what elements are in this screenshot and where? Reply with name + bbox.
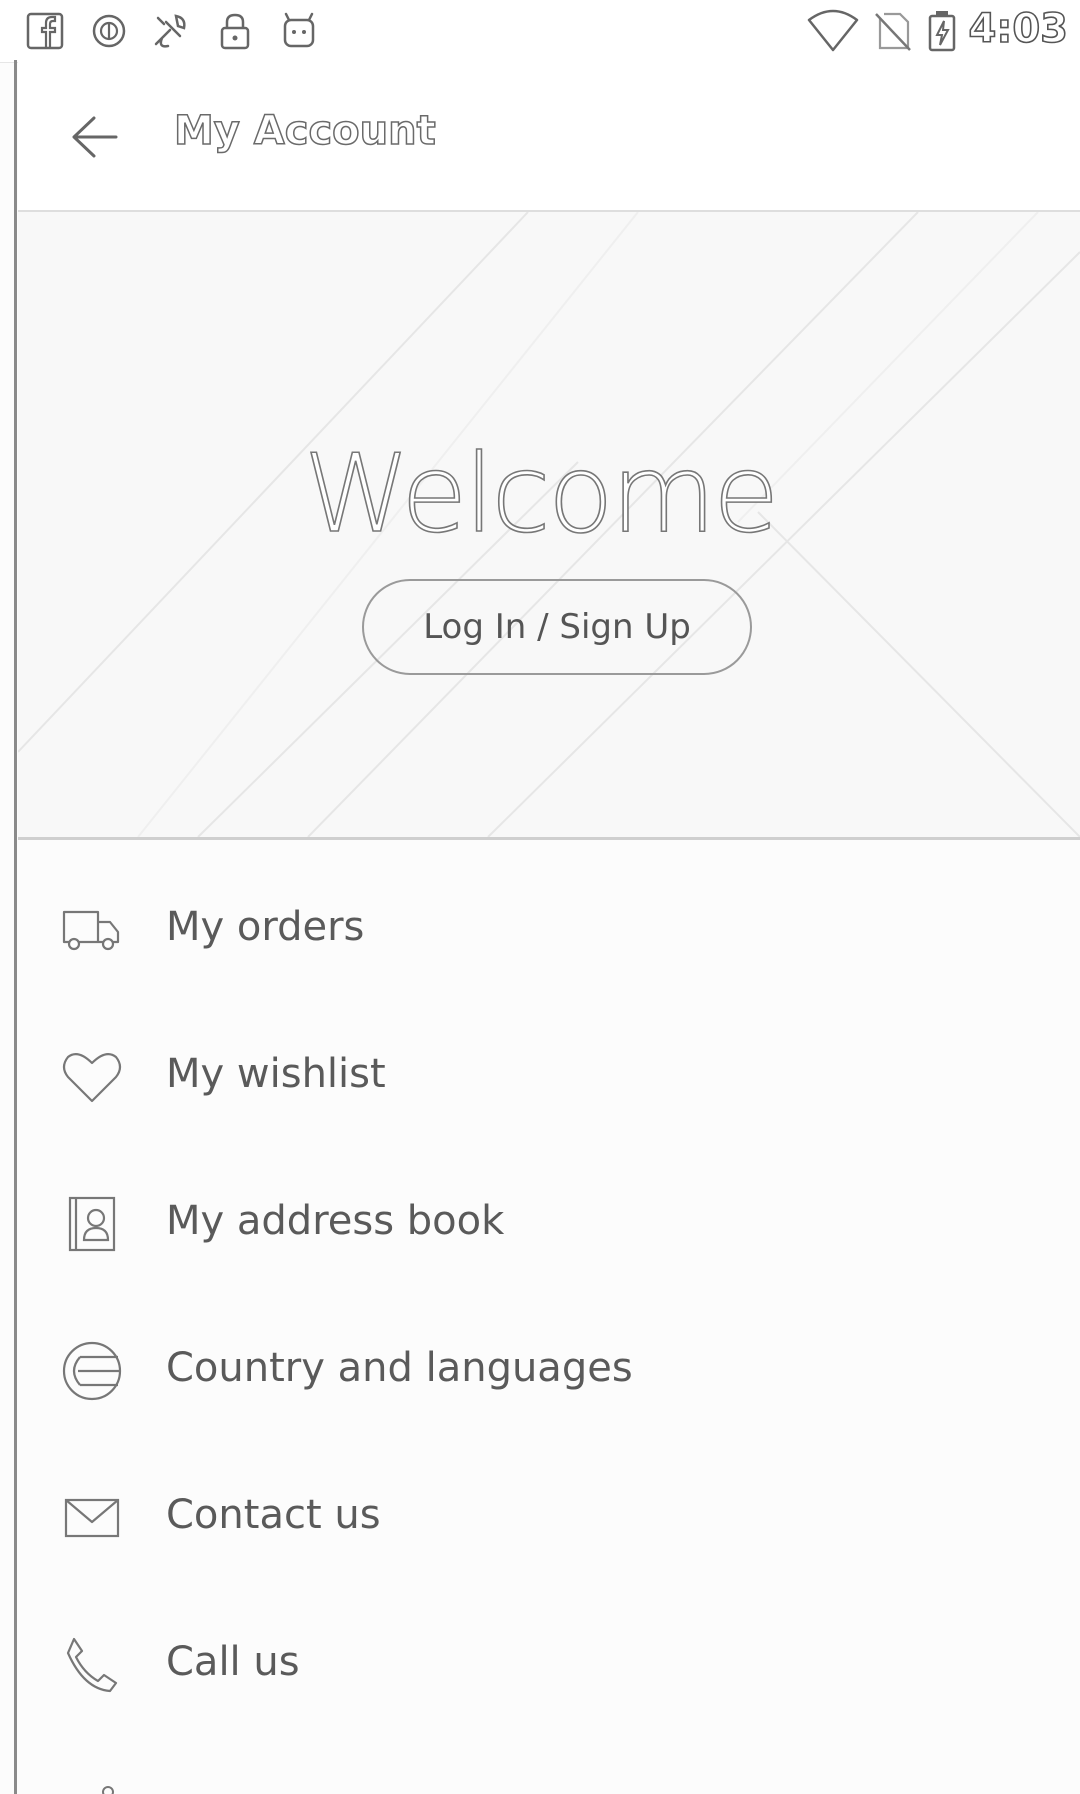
- welcome-banner: Welcome Log In / Sign Up: [18, 212, 1080, 840]
- address-book-icon: [60, 1192, 124, 1256]
- wifi-icon: [806, 8, 860, 54]
- account-menu: My orders My wishlist My address book Co…: [18, 862, 1080, 1744]
- page-title: My Account: [173, 107, 436, 155]
- partial-menu-icon: [100, 1782, 116, 1794]
- menu-item-contact-us[interactable]: Contact us: [18, 1450, 1080, 1597]
- menu-item-label: My orders: [166, 904, 365, 950]
- menu-item-label: My address book: [166, 1198, 505, 1244]
- status-time: 4:03: [968, 5, 1069, 53]
- menu-item-label: Country and languages: [166, 1345, 633, 1391]
- menu-item-label: Call us: [166, 1639, 300, 1685]
- circle-icon: [86, 8, 132, 54]
- welcome-heading: Welcome: [303, 431, 781, 558]
- menu-item-my-orders[interactable]: My orders: [18, 862, 1080, 1009]
- lock-icon: [212, 8, 258, 54]
- menu-item-label: Contact us: [166, 1492, 381, 1538]
- no-sim-icon: [870, 8, 916, 54]
- status-bar: 4:03: [0, 0, 1080, 63]
- menu-item-my-address-book[interactable]: My address book: [18, 1156, 1080, 1303]
- app-bar: My Account: [18, 62, 1080, 212]
- phone-icon: [60, 1633, 124, 1697]
- back-arrow-icon[interactable]: [64, 106, 126, 168]
- truck-icon: [60, 898, 124, 962]
- android-icon: [276, 8, 322, 54]
- my-account-screen: 4:03 My Account Welcome Log In / Sign Up…: [0, 0, 1080, 1794]
- menu-item-call-us[interactable]: Call us: [18, 1597, 1080, 1744]
- menu-item-country-and-languages[interactable]: Country and languages: [18, 1303, 1080, 1450]
- envelope-icon: [60, 1486, 124, 1550]
- tools-icon: [148, 8, 194, 54]
- login-signup-button[interactable]: Log In / Sign Up: [362, 579, 752, 675]
- facebook-icon: [22, 8, 68, 54]
- left-edge-divider: [14, 60, 17, 1794]
- heart-icon: [60, 1045, 124, 1109]
- menu-item-my-wishlist[interactable]: My wishlist: [18, 1009, 1080, 1156]
- battery-charging-icon: [922, 8, 962, 54]
- globe-icon: [60, 1339, 124, 1403]
- menu-item-label: My wishlist: [166, 1051, 386, 1097]
